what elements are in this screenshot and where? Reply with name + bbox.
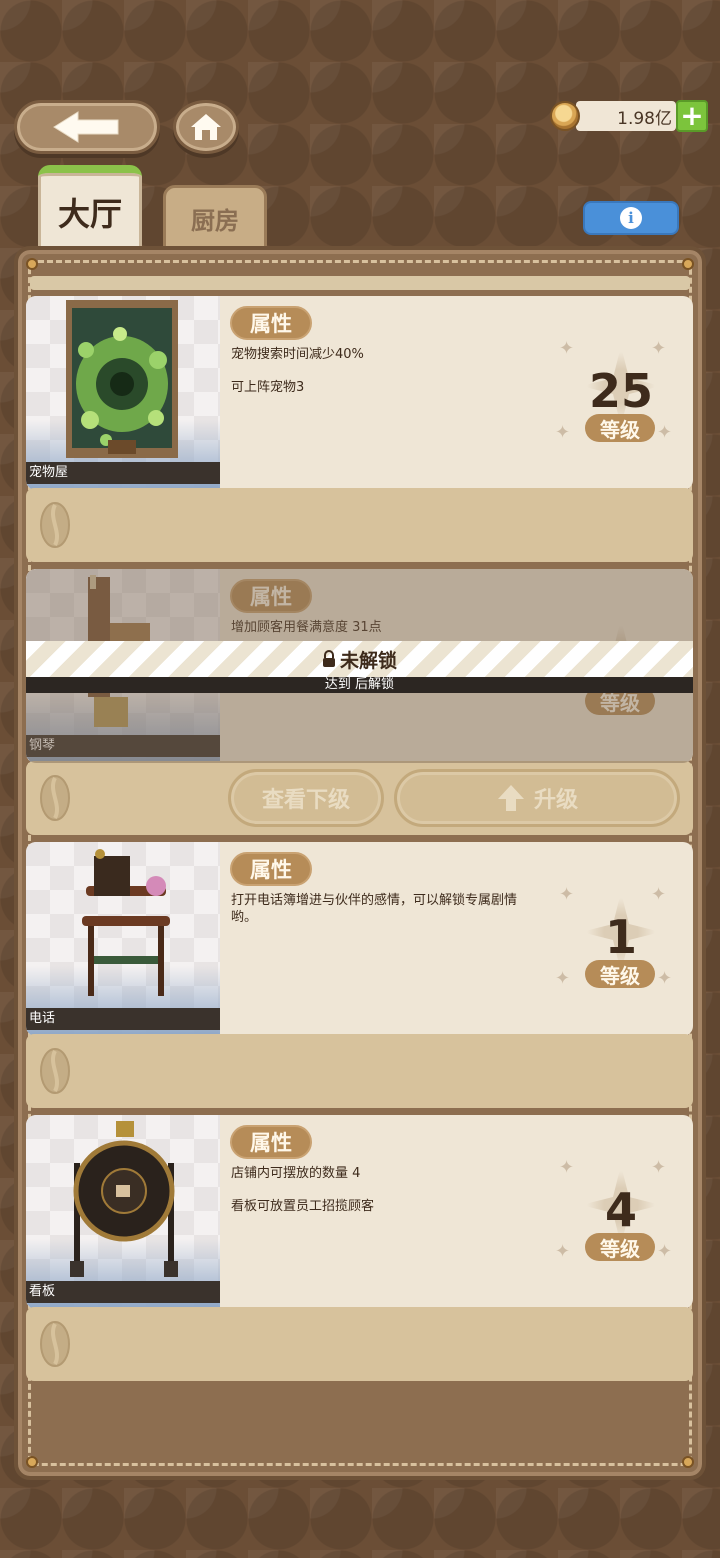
coffee-bean-icon [40,1321,70,1367]
currency-display: 1.98亿 + [550,100,708,132]
description-line: 宠物搜索时间减少40% [231,347,364,362]
back-button[interactable] [14,100,160,154]
view-next-level-button[interactable]: 查看下级 [228,769,384,827]
corner-rivet [682,258,694,270]
item-description: 宠物搜索时间减少40% 可上阵宠物3 [231,346,521,412]
sparkle-icon: ✦ [657,1241,673,1262]
home-icon [189,112,223,142]
sparkle-icon: ✦ [555,1241,571,1262]
corner-rivet [682,1456,694,1468]
corner-rivet [26,1456,38,1468]
signboard-image: 看板 [26,1115,220,1309]
tab-kitchen[interactable]: 厨房 [163,185,267,251]
corner-rivet [26,258,38,270]
sparkle-icon: ✦ [657,968,673,989]
level-label: 等级 [585,1233,655,1261]
coin-icon [550,101,580,131]
sparkle-icon: ✦ [651,884,667,905]
pet-house-illustration [66,300,178,458]
level-block: ✦ ✦ ✦ ✦ 1 等级 [555,882,683,1012]
item-name: 电话 [26,1008,220,1030]
sparkle-icon: ✦ [559,884,575,905]
pet-house-image: 宠物屋 [26,296,220,490]
furniture-card: 电话 属性 打开电话簿增进与伙伴的感情，可以解锁专属剧情哟。 ✦ ✦ ✦ ✦ 1… [26,842,693,1036]
item-description: 店铺内可摆放的数量 4 看板可放置员工招揽顾客 [231,1165,521,1231]
sparkle-icon: ✦ [559,338,575,359]
upgrade-arrow-icon [497,785,524,811]
attribute-badge: 属性 [230,1125,312,1159]
description-line: 打开电话簿增进与伙伴的感情，可以解锁专属剧情哟。 [231,893,518,925]
upgrade-label: 升级 [533,788,578,813]
board-top-strip [30,276,690,290]
item-description: 打开电话簿增进与伙伴的感情，可以解锁专属剧情哟。 [231,892,521,926]
item-name: 宠物屋 [26,462,220,484]
telephone-image: 电话 [26,842,220,1036]
furniture-item-pet-house[interactable]: 宠物屋 属性 宠物搜索时间减少40% 可上阵宠物3 ✦ ✦ ✦ ✦ 25 等级 [26,296,693,562]
tab-hall[interactable]: 大厅 [38,165,142,251]
lock-icon [322,650,335,667]
item-footer [26,488,693,562]
furniture-card: 看板 属性 店铺内可摆放的数量 4 看板可放置员工招揽顾客 ✦ ✦ ✦ ✦ 4 … [26,1115,693,1309]
item-footer: 查看下级 升级 [26,761,693,835]
description-line: 店铺内可摆放的数量 4 [231,1166,361,1181]
level-block: ✦ ✦ ✦ ✦ 25 等级 [555,336,683,466]
info-button[interactable]: i [583,201,679,235]
furniture-item-signboard[interactable]: 看板 属性 店铺内可摆放的数量 4 看板可放置员工招揽顾客 ✦ ✦ ✦ ✦ 4 … [26,1115,693,1381]
sparkle-icon: ✦ [657,422,673,443]
attribute-badge: 属性 [230,852,312,886]
furniture-card: 宠物屋 属性 宠物搜索时间减少40% 可上阵宠物3 ✦ ✦ ✦ ✦ 25 等级 [26,296,693,490]
item-name: 看板 [26,1281,220,1303]
sparkle-icon: ✦ [651,1157,667,1178]
upgrade-button[interactable]: 升级 [394,769,680,827]
telephone-illustration [82,849,170,996]
sparkle-icon: ✦ [555,422,571,443]
coffee-bean-icon [40,775,70,821]
description-line: 可上阵宠物3 [231,380,305,395]
description-line: 看板可放置员工招揽顾客 [231,1199,375,1214]
level-label: 等级 [585,960,655,988]
attribute-badge: 属性 [230,306,312,340]
info-icon: i [620,207,642,229]
sparkle-icon: ✦ [555,968,571,989]
sparkle-icon: ✦ [651,338,667,359]
level-block: ✦ ✦ ✦ ✦ 4 等级 [555,1155,683,1285]
item-footer [26,1307,693,1381]
currency-value: 1.98亿 [576,101,676,131]
coffee-bean-icon [40,1048,70,1094]
signboard-illustration [70,1121,178,1277]
level-number: 25 [588,364,653,418]
lock-banner: 未解锁 [26,641,693,677]
unlock-hint: 达到 后解锁 [26,677,693,693]
add-currency-button[interactable]: + [676,100,708,132]
home-button[interactable] [173,100,239,154]
coffee-bean-icon [40,502,70,548]
lock-title: 未解锁 [339,649,397,672]
furniture-item-piano[interactable]: 钢琴 属性 增加顾客用餐满意度 31点 等级 未解锁 达到 后解锁 查看下级 升… [26,569,693,835]
level-number: 1 [604,910,637,964]
furniture-item-telephone[interactable]: 电话 属性 打开电话簿增进与伙伴的感情，可以解锁专属剧情哟。 ✦ ✦ ✦ ✦ 1… [26,842,693,1108]
sparkle-icon: ✦ [559,1157,575,1178]
level-label: 等级 [585,414,655,442]
item-footer [26,1034,693,1108]
level-number: 4 [604,1183,637,1237]
back-arrow-icon [52,110,122,144]
